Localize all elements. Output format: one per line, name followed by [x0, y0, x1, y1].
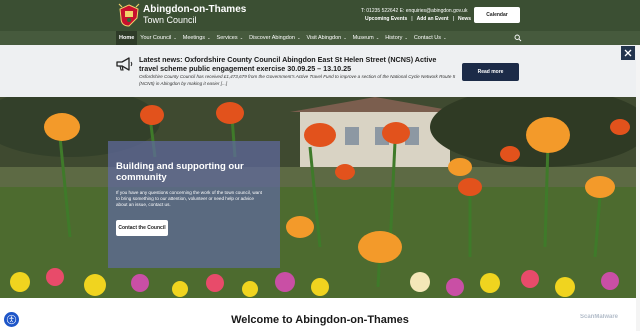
separator: | — [452, 16, 454, 22]
nav-item-home[interactable]: Home — [116, 31, 138, 45]
contact-line: T: 01235 522642 E: enquiries@abingdon.go… — [361, 8, 468, 14]
chevron-down-icon: ⌄ — [238, 35, 244, 40]
chevron-down-icon: ⌄ — [172, 35, 177, 40]
nav-label: Home — [119, 35, 135, 41]
hero-text: If you have any questions concerning the… — [116, 190, 263, 207]
notice-title[interactable]: Latest news: Oxfordshire County Council … — [139, 55, 457, 73]
link-add-event[interactable]: Add an Event — [417, 16, 449, 22]
link-news[interactable]: News — [458, 16, 471, 22]
town-crest-icon[interactable] — [118, 3, 140, 27]
nav-label: Meetings — [182, 35, 206, 41]
contact-council-button[interactable]: Contact the Council — [116, 220, 168, 236]
nav-label: Museum — [352, 35, 374, 41]
nav-item-museum[interactable]: Museum ⌄ — [350, 31, 383, 45]
hero-garden-image — [0, 97, 640, 298]
search-icon[interactable] — [514, 34, 522, 42]
calendar-button[interactable]: Calendar — [474, 7, 520, 23]
scanmalware-watermark: ScanMalware — [580, 314, 619, 320]
nav-label: Discover Abingdon — [249, 35, 295, 41]
welcome-heading: Welcome to Abingdon-on-Thames — [231, 314, 409, 326]
close-icon[interactable] — [621, 46, 635, 60]
main-nav: Home Your Council ⌄ Meetings ⌄ Services … — [0, 31, 640, 45]
hero-title: Building and supporting our community — [116, 161, 244, 183]
nav-item-discover-abingdon[interactable]: Discover Abingdon ⌄ — [246, 31, 303, 45]
quicklinks: Upcoming Events | Add an Event | News — [365, 16, 471, 22]
nav-item-contact-us[interactable]: Contact Us ⌄ — [411, 31, 450, 45]
chevron-down-icon: ⌄ — [295, 35, 301, 40]
hero-banner — [0, 97, 640, 298]
nav-label: Contact Us — [413, 35, 442, 41]
accessibility-icon[interactable] — [4, 312, 19, 327]
chevron-down-icon: ⌄ — [374, 35, 380, 40]
nav-label: Your Council — [140, 35, 172, 41]
nav-item-meetings[interactable]: Meetings ⌄ — [180, 31, 214, 45]
nav-item-history[interactable]: History ⌄ — [382, 31, 411, 45]
brand-name[interactable]: Abingdon-on-Thames — [143, 4, 246, 15]
chevron-down-icon: ⌄ — [403, 35, 408, 40]
nav-label: Services — [216, 35, 238, 41]
chevron-down-icon: ⌄ — [342, 35, 347, 40]
link-upcoming-events[interactable]: Upcoming Events — [365, 16, 407, 22]
site-header — [0, 0, 640, 31]
scrollbar[interactable] — [636, 45, 640, 331]
chevron-down-icon: ⌄ — [206, 35, 211, 40]
nav-item-your-council[interactable]: Your Council ⌄ — [137, 31, 179, 45]
read-more-button[interactable]: Read more — [462, 63, 519, 81]
separator: | — [411, 16, 413, 22]
megaphone-icon — [116, 57, 133, 71]
nav-label: Visit Abingdon — [306, 35, 342, 41]
nav-item-services[interactable]: Services ⌄ — [214, 31, 247, 45]
chevron-down-icon: ⌄ — [442, 35, 447, 40]
nav-item-visit-abingdon[interactable]: Visit Abingdon ⌄ — [303, 31, 349, 45]
notice-body: Oxfordshire County Council has received … — [139, 74, 456, 86]
nav-items: Home Your Council ⌄ Meetings ⌄ Services … — [116, 31, 450, 45]
brand-subtitle[interactable]: Town Council — [143, 15, 197, 25]
nav-label: History — [385, 35, 403, 41]
